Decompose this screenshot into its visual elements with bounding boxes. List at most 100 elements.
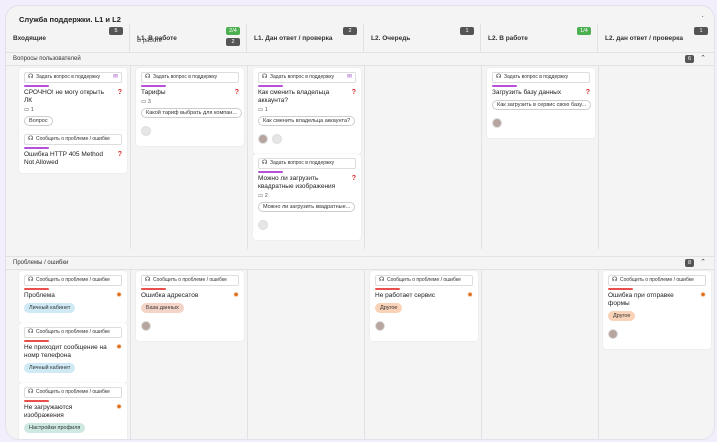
headset-icon: ☊	[28, 74, 34, 80]
tag-label: Сообщить о проблеме / ошибке	[153, 277, 227, 283]
column-divider	[364, 64, 365, 249]
headset-icon: ☊	[262, 160, 268, 166]
headset-icon: ☊	[145, 74, 151, 80]
task-card[interactable]: ☊ Задать вопрос в поддержку Можно ли загр…	[253, 154, 361, 240]
card-type-tag: ☊ Сообщить о проблеме / ошибке	[24, 134, 122, 145]
task-card[interactable]: ☊ Задать вопрос в поддержку ✉ Как сменить …	[253, 68, 361, 154]
comment-icon: ▭	[258, 193, 264, 199]
task-card[interactable]: ☊ Сообщить о проблеме / ошибке Не загружа…	[19, 383, 127, 439]
task-card[interactable]: ☊ Сообщить о проблеме / ошибке Не приходи…	[19, 323, 127, 383]
column-l2-queue: L2. Очередь 1	[364, 24, 481, 52]
comment-icon: ▭	[258, 107, 264, 113]
column-count: 1/4	[577, 27, 591, 35]
priority-strip	[492, 85, 517, 87]
column-name: L2. дан ответ / проверка	[605, 35, 683, 42]
priority-strip	[375, 288, 400, 290]
card-type-tag: ☊ Сообщить о проблеме / ошибке	[141, 275, 239, 286]
tag-label: Сообщить о проблеме / ошибке	[36, 277, 110, 283]
priority-strip	[24, 400, 49, 402]
lane-questions-header[interactable]: Вопросы пользователей 6 ⌃	[6, 52, 714, 66]
headset-icon: ☊	[262, 74, 268, 80]
headset-icon: ☊	[379, 277, 385, 283]
card-title-text: Не работает сервис	[375, 292, 436, 299]
column-l1-in-work: L1. В работе 2/4 В работе 2	[130, 24, 247, 52]
question-icon: ?	[585, 89, 590, 96]
column-count: 1	[694, 27, 708, 35]
task-card[interactable]: ☊ Задать вопрос в поддержку Загрузить баз…	[487, 68, 595, 138]
task-card[interactable]: ☊ Сообщить о проблеме / ошибке Ошибка при…	[603, 271, 711, 349]
bug-icon: ✸	[467, 292, 473, 299]
card-title-text: Загрузить базу данных	[492, 89, 562, 96]
card-title-text: Проблема	[24, 292, 55, 299]
task-card[interactable]: ☊ Сообщить о проблеме / ошибке Проблема ✸ …	[19, 271, 127, 323]
column-l1-answered: L1. Дан ответ / проверка 2	[247, 24, 364, 52]
comment-count: ▭ 3	[141, 99, 239, 105]
task-card[interactable]: ☊ Задать вопрос в поддержку Тарифы? ▭ 3 К…	[136, 68, 244, 146]
card-title: Загрузить базу данных?	[492, 89, 590, 97]
task-card[interactable]: ☊ Задать вопрос в поддержку ✉ СРОЧНО! не м…	[19, 68, 127, 136]
bug-icon: ✸	[116, 344, 122, 351]
card-label: Вопрос	[24, 116, 53, 126]
card-title: Тарифы?	[141, 89, 239, 97]
comment-count-value: 3	[147, 99, 151, 105]
card-title: Проблема ✸	[24, 292, 122, 300]
bug-icon: ✸	[116, 292, 122, 299]
column-divider	[598, 64, 599, 249]
comment-icon: ▭	[141, 99, 147, 105]
lane-name: Проблемы / ошибки	[13, 260, 69, 266]
tag-label: Задать вопрос в поддержку	[270, 160, 335, 166]
avatar	[258, 220, 268, 230]
tag-label: Задать вопрос в поддержку	[153, 74, 218, 80]
card-title-text: Тарифы	[141, 89, 166, 96]
card-title: Не загружаются изображения ✸	[24, 404, 122, 420]
column-l2-in-work: L2. В работе 1/4	[481, 24, 598, 52]
tag-label: Сообщить о проблеме / ошибке	[36, 136, 110, 142]
column-count: 2	[343, 27, 357, 35]
card-type-tag: ☊ Задать вопрос в поддержку ✉	[24, 72, 122, 83]
tag-label: Задать вопрос в поддержку	[504, 74, 569, 80]
chevron-up-icon[interactable]: ⌃	[700, 54, 706, 62]
card-title-text: Не приходит сообщение на номр телефона	[24, 344, 107, 359]
column-divider	[481, 64, 482, 249]
tag-label: Сообщить о проблеме / ошибке	[620, 277, 694, 283]
card-title-text: Как сменить владельца аккаунта?	[258, 89, 330, 104]
tag-label: Сообщить о проблеме / ошибке	[36, 329, 110, 335]
column-l2-answered: L2. дан ответ / проверка 1	[598, 24, 714, 52]
card-title: СРОЧНО! не могу открыть ЛК?	[24, 89, 122, 105]
card-title: Как сменить владельца аккаунта??	[258, 89, 356, 105]
card-label: Какой тариф выбрать для компан...	[141, 108, 242, 118]
avatar	[258, 134, 268, 144]
column-name: L1. Дан ответ / проверка	[254, 35, 333, 42]
card-type-tag: ☊ Задать вопрос в поддержку	[258, 158, 356, 169]
priority-strip	[24, 340, 49, 342]
tag-label: Сообщить о проблеме / ошибке	[36, 389, 110, 395]
column-incoming: Входящие 5	[6, 24, 130, 52]
priority-strip	[24, 288, 49, 290]
question-icon: ?	[351, 175, 356, 182]
card-label: Личный кабинет	[24, 363, 76, 373]
task-card[interactable]: ☊ Сообщить о проблеме / ошибке Не работае…	[370, 271, 478, 341]
task-card[interactable]: ☊ Сообщить о проблеме / ошибке Ошибка адр…	[136, 271, 244, 341]
task-card[interactable]: ☊ Сообщить о проблеме / ошибке Ошибка HTT…	[19, 130, 127, 173]
chevron-up-icon[interactable]: ⌃	[700, 258, 706, 266]
lane-count: 8	[684, 259, 694, 267]
headset-icon: ☊	[145, 277, 151, 283]
headset-icon: ☊	[612, 277, 618, 283]
question-icon: ?	[117, 151, 122, 158]
card-title-text: Ошибка при отправке формы	[608, 292, 674, 307]
headset-icon: ☊	[28, 329, 34, 335]
comment-count: ▭ 1	[258, 107, 356, 113]
lane-name: Вопросы пользователей	[13, 56, 81, 62]
card-label: Можно ли загрузить квадратные...	[258, 202, 356, 212]
card-label: База данных	[141, 303, 184, 313]
card-type-tag: ☊ Задать вопрос в поддержку	[492, 72, 590, 83]
card-title: Ошибка адресатов ✸	[141, 292, 239, 300]
column-name: L2. Очередь	[371, 35, 411, 42]
priority-strip	[258, 85, 283, 87]
bug-icon: ✸	[116, 404, 122, 411]
board-menu-icon[interactable]: ·	[701, 12, 704, 21]
column-headers: Входящие 5 L1. В работе 2/4 В работе 2 L…	[6, 24, 714, 52]
card-label: Как сменить владельца аккаунта?	[258, 116, 356, 126]
lane-problems-header[interactable]: Проблемы / ошибки 8 ⌃	[6, 256, 714, 270]
card-type-tag: ☊ Сообщить о проблеме / ошибке	[24, 327, 122, 338]
